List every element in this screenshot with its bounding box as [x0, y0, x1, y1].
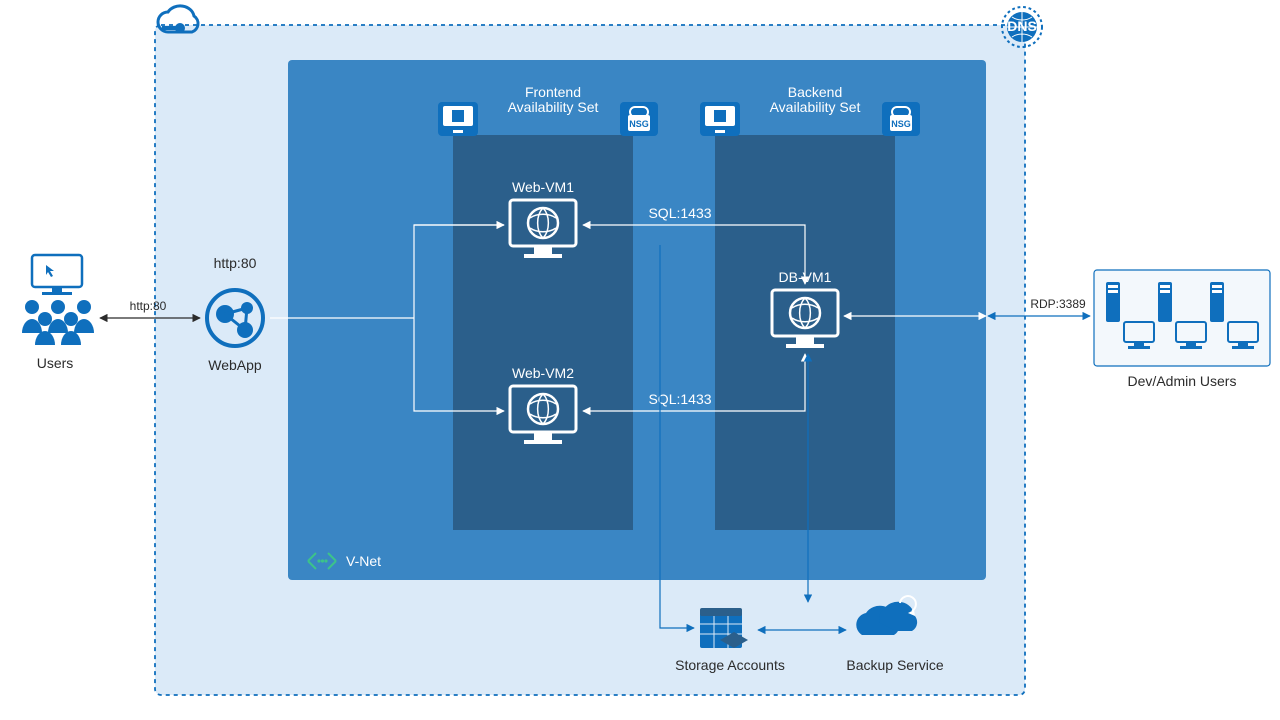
nsg-icon: NSG: [882, 102, 920, 136]
vnet-label: V-Net: [346, 553, 381, 569]
backend-availability-set: [715, 135, 895, 530]
webapp-label: WebApp: [208, 357, 262, 373]
users-label: Users: [37, 355, 74, 371]
availability-set-icon: [700, 102, 740, 136]
sql-top-label: SQL:1433: [648, 205, 711, 221]
dns-label: DNS: [1007, 18, 1037, 34]
dev-admin-label: Dev/Admin Users: [1128, 373, 1237, 389]
sql-bot-label: SQL:1433: [648, 391, 711, 407]
nsg-label: NSG: [629, 119, 649, 129]
backup-label: Backup Service: [846, 657, 943, 673]
availability-set-icon: [438, 102, 478, 136]
dns-icon: DNS: [1002, 7, 1042, 47]
storage-accounts-icon: [700, 608, 748, 648]
web-vm2-label: Web-VM2: [512, 365, 574, 381]
nsg-label: NSG: [891, 119, 911, 129]
nsg-icon: NSG: [620, 102, 658, 136]
dev-admin-box: [1094, 270, 1270, 366]
http80-right-label: http:80: [214, 255, 257, 271]
rdp-label: RDP:3389: [1030, 297, 1086, 311]
storage-label: Storage Accounts: [675, 657, 785, 673]
web-vm1-label: Web-VM1: [512, 179, 574, 195]
http80-left-label: http:80: [130, 299, 167, 313]
users-icon: [22, 255, 94, 345]
